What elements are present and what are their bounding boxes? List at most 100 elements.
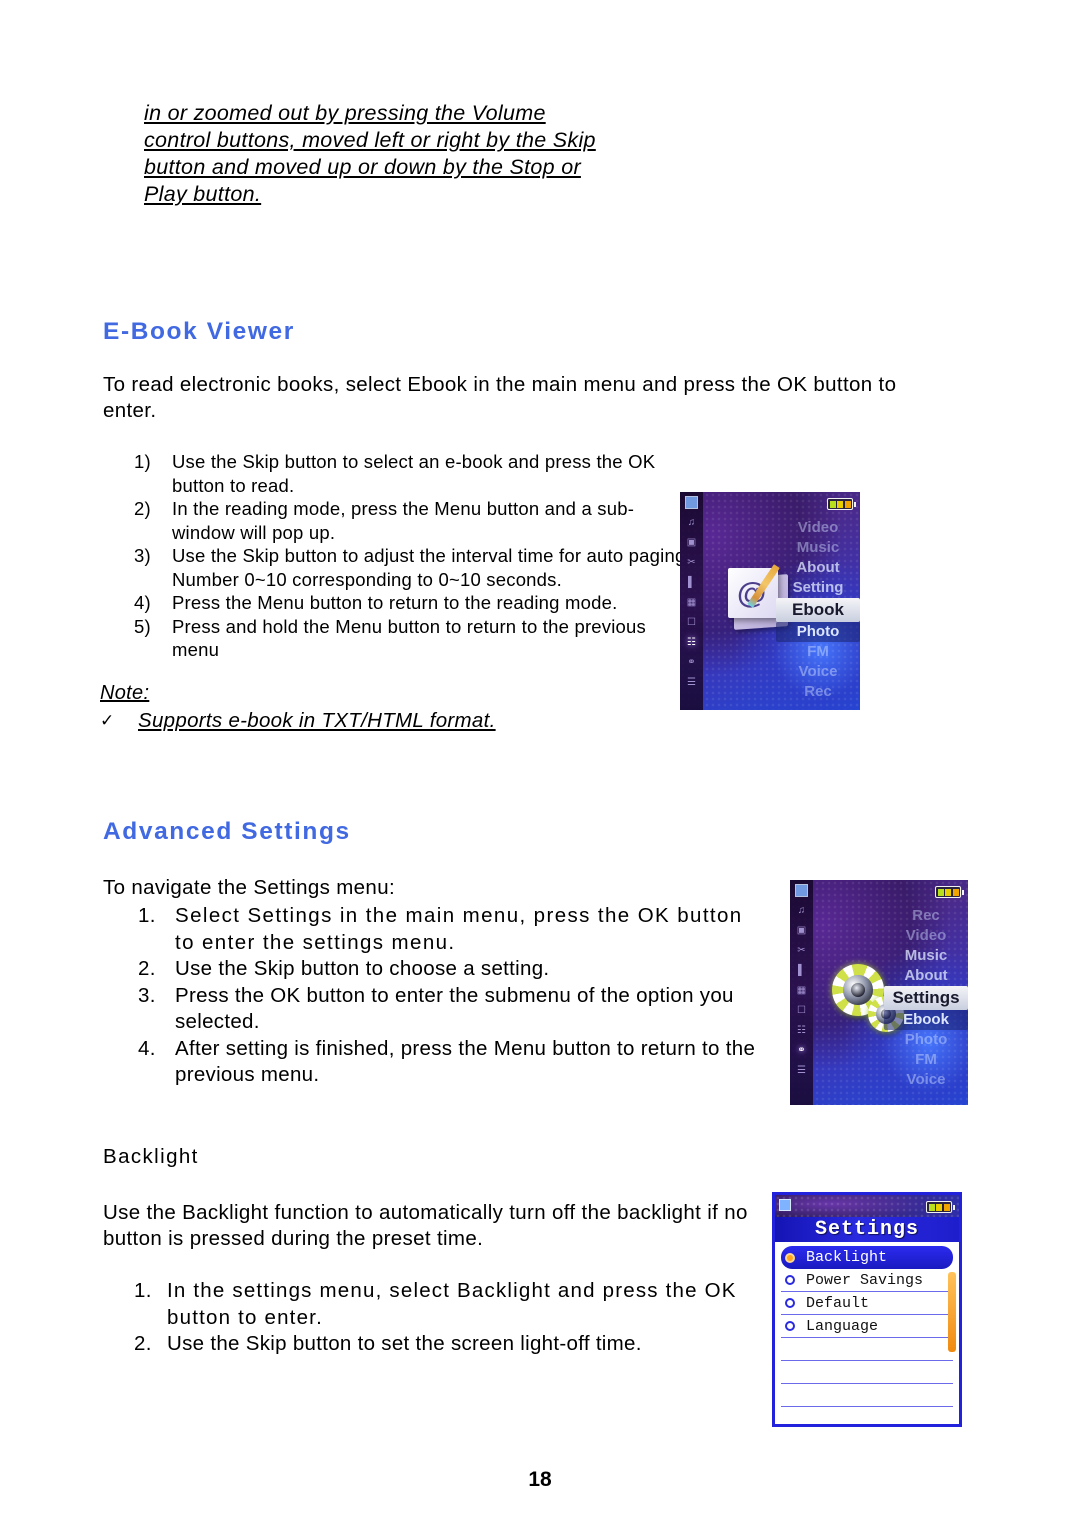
device-sidebar-iconbar: ♫ ▣ ✂ ▌ ▦ ☐ ☷ ⚭ ☰ — [790, 880, 813, 1105]
photo-icon: ☐ — [797, 1005, 806, 1016]
menu-item-selected[interactable]: Ebook — [776, 598, 860, 622]
music-note-icon: ♫ — [797, 905, 806, 916]
equalizer-icon: ▌ — [687, 577, 696, 588]
submenu-row-label: Default — [806, 1294, 870, 1312]
menu-item[interactable]: About — [884, 966, 968, 986]
menu-item[interactable]: Voice — [884, 1070, 968, 1090]
submenu-row-label: Backlight — [806, 1249, 888, 1266]
note-bullet-item: ✓ Supports e-book in TXT/HTML format. — [100, 709, 660, 733]
list-icon: ☰ — [797, 1065, 806, 1076]
advanced-intro-paragraph: To navigate the Settings menu: — [103, 876, 395, 899]
tools-icon: ✂ — [797, 945, 806, 956]
list-item: 1. In the settings menu, select Backligh… — [134, 1278, 774, 1331]
advanced-steps-list: 1. Select Settings in the main menu, pre… — [138, 903, 758, 1089]
card-icon: ▦ — [796, 985, 807, 996]
submenu-row-empty — [781, 1338, 953, 1361]
list-text: Use the Skip button to adjust the interv… — [172, 545, 691, 590]
list-marker: 5) — [134, 615, 151, 637]
music-note-icon: ♫ — [687, 517, 696, 528]
menu-item[interactable]: About — [776, 558, 860, 578]
submenu-row-empty — [781, 1361, 953, 1384]
list-text: Select Settings in the main menu, press … — [175, 904, 743, 954]
section-heading-ebook-viewer: E-Book Viewer — [103, 318, 295, 345]
note-title: Note: — [100, 682, 150, 704]
video-icon: ▣ — [796, 925, 807, 936]
list-text: After setting is finished, press the Men… — [175, 1036, 756, 1087]
page-number: 18 — [528, 1468, 552, 1491]
subsection-heading-backlight: Backlight — [103, 1145, 199, 1168]
menu-item[interactable]: Video — [776, 518, 860, 538]
intro-line-1: in or zoomed out by pressing the Volume — [144, 101, 546, 125]
list-item: 2. Use the Skip button to set the screen… — [134, 1331, 774, 1358]
intro-line-2: control buttons, moved left or right by … — [144, 128, 596, 152]
book-icon: ☷ — [687, 637, 696, 648]
list-marker: 4. — [138, 1036, 156, 1060]
list-marker: 3. — [138, 983, 156, 1007]
list-text: Use the Skip button to set the screen li… — [167, 1332, 642, 1355]
list-text: Press the Menu button to return to the r… — [172, 592, 618, 613]
device-sidebar-iconbar: ♫ ▣ ✂ ▌ ▦ ☐ ☷ ⚭ ☰ — [680, 492, 703, 710]
menu-item[interactable]: Voice — [776, 662, 860, 682]
list-text: In the settings menu, select Backlight a… — [167, 1279, 737, 1329]
submenu-row[interactable]: Default — [781, 1292, 953, 1315]
list-marker: 3) — [134, 545, 151, 566]
photo-icon: ☐ — [687, 617, 696, 628]
menu-item[interactable]: Music — [884, 946, 968, 966]
backlight-steps-list: 1. In the settings menu, select Backligh… — [134, 1278, 774, 1358]
intro-line-4: Play button. — [144, 182, 262, 206]
submenu-title: Settings — [775, 1217, 959, 1242]
menu-item[interactable]: Photo — [884, 1030, 968, 1050]
intro-line-3: button and moved up or down by the Stop … — [144, 155, 581, 179]
list-item: 5) Press and hold the Menu button to ret… — [134, 615, 694, 662]
device-screenshot-ebook-menu: ♫ ▣ ✂ ▌ ▦ ☐ ☷ ⚭ ☰ @ Video Music About Se… — [680, 492, 860, 710]
section-heading-advanced-settings: Advanced Settings — [103, 818, 351, 845]
list-text: Use the Skip button to choose a setting. — [175, 957, 550, 980]
list-item: 1. Select Settings in the main menu, pre… — [138, 903, 758, 956]
menu-item[interactable]: FM — [884, 1050, 968, 1070]
menu-item[interactable]: Video — [884, 926, 968, 946]
tools-icon: ✂ — [687, 557, 696, 568]
manual-page: in or zoomed out by pressing the Volume … — [0, 0, 1080, 1527]
menu-item[interactable]: Setting — [776, 578, 860, 598]
scrollbar-thumb[interactable] — [948, 1272, 956, 1352]
list-marker: 1. — [134, 1279, 152, 1302]
list-item: 2. Use the Skip button to choose a setti… — [138, 956, 758, 983]
list-marker: 2. — [134, 1332, 152, 1355]
note-block: Note: ✓ Supports e-book in TXT/HTML form… — [100, 682, 660, 733]
list-item: 2) In the reading mode, press the Menu b… — [134, 497, 694, 544]
list-text: In the reading mode, press the Menu butt… — [172, 498, 635, 543]
home-icon — [795, 884, 808, 897]
menu-item[interactable]: Photo — [776, 622, 860, 642]
menu-item[interactable]: Music — [776, 538, 860, 558]
radio-bullet-icon — [785, 1252, 795, 1263]
intro-paragraph: in or zoomed out by pressing the Volume … — [144, 100, 704, 208]
submenu-row[interactable]: Language — [781, 1315, 953, 1338]
menu-item[interactable]: FM — [776, 642, 860, 662]
list-item: 3. Press the OK button to enter the subm… — [138, 983, 758, 1036]
device-screenshot-settings-menu: ♫ ▣ ✂ ▌ ▦ ☐ ☷ ⚭ ☰ Rec Video Music About … — [790, 880, 968, 1105]
battery-full-icon — [935, 886, 964, 898]
list-item: 1) Use the Skip button to select an e-bo… — [134, 450, 694, 497]
device-menu-list: Rec Video Music About Settings Ebook Pho… — [884, 906, 968, 1090]
radio-bullet-icon — [785, 1298, 795, 1308]
note-text: Supports e-book in TXT/HTML format. — [138, 709, 496, 732]
menu-item[interactable]: Rec — [776, 682, 860, 702]
video-icon: ▣ — [686, 537, 697, 548]
list-item: 4) Press the Menu button to return to th… — [134, 591, 694, 615]
ebook-intro-paragraph: To read electronic books, select Ebook i… — [103, 373, 897, 422]
list-item: 4. After setting is finished, press the … — [138, 1036, 758, 1089]
submenu-row[interactable]: Power Savings — [781, 1269, 953, 1292]
menu-item[interactable]: Ebook — [884, 1010, 968, 1030]
submenu-row-empty — [781, 1384, 953, 1407]
ebook-steps-list: 1) Use the Skip button to select an e-bo… — [134, 450, 694, 662]
menu-item[interactable]: Rec — [884, 906, 968, 926]
submenu-row-selected[interactable]: Backlight — [781, 1246, 953, 1269]
list-marker: 2) — [134, 498, 151, 519]
menu-item-selected[interactable]: Settings — [884, 986, 968, 1010]
list-text: Use the Skip button to select an e-book … — [172, 451, 656, 496]
submenu-row-label: Language — [806, 1317, 879, 1335]
submenu-status-bar — [775, 1195, 959, 1217]
list-icon: ☰ — [687, 677, 696, 688]
list-text: Press the OK button to enter the submenu… — [175, 983, 734, 1034]
home-icon — [685, 496, 698, 509]
